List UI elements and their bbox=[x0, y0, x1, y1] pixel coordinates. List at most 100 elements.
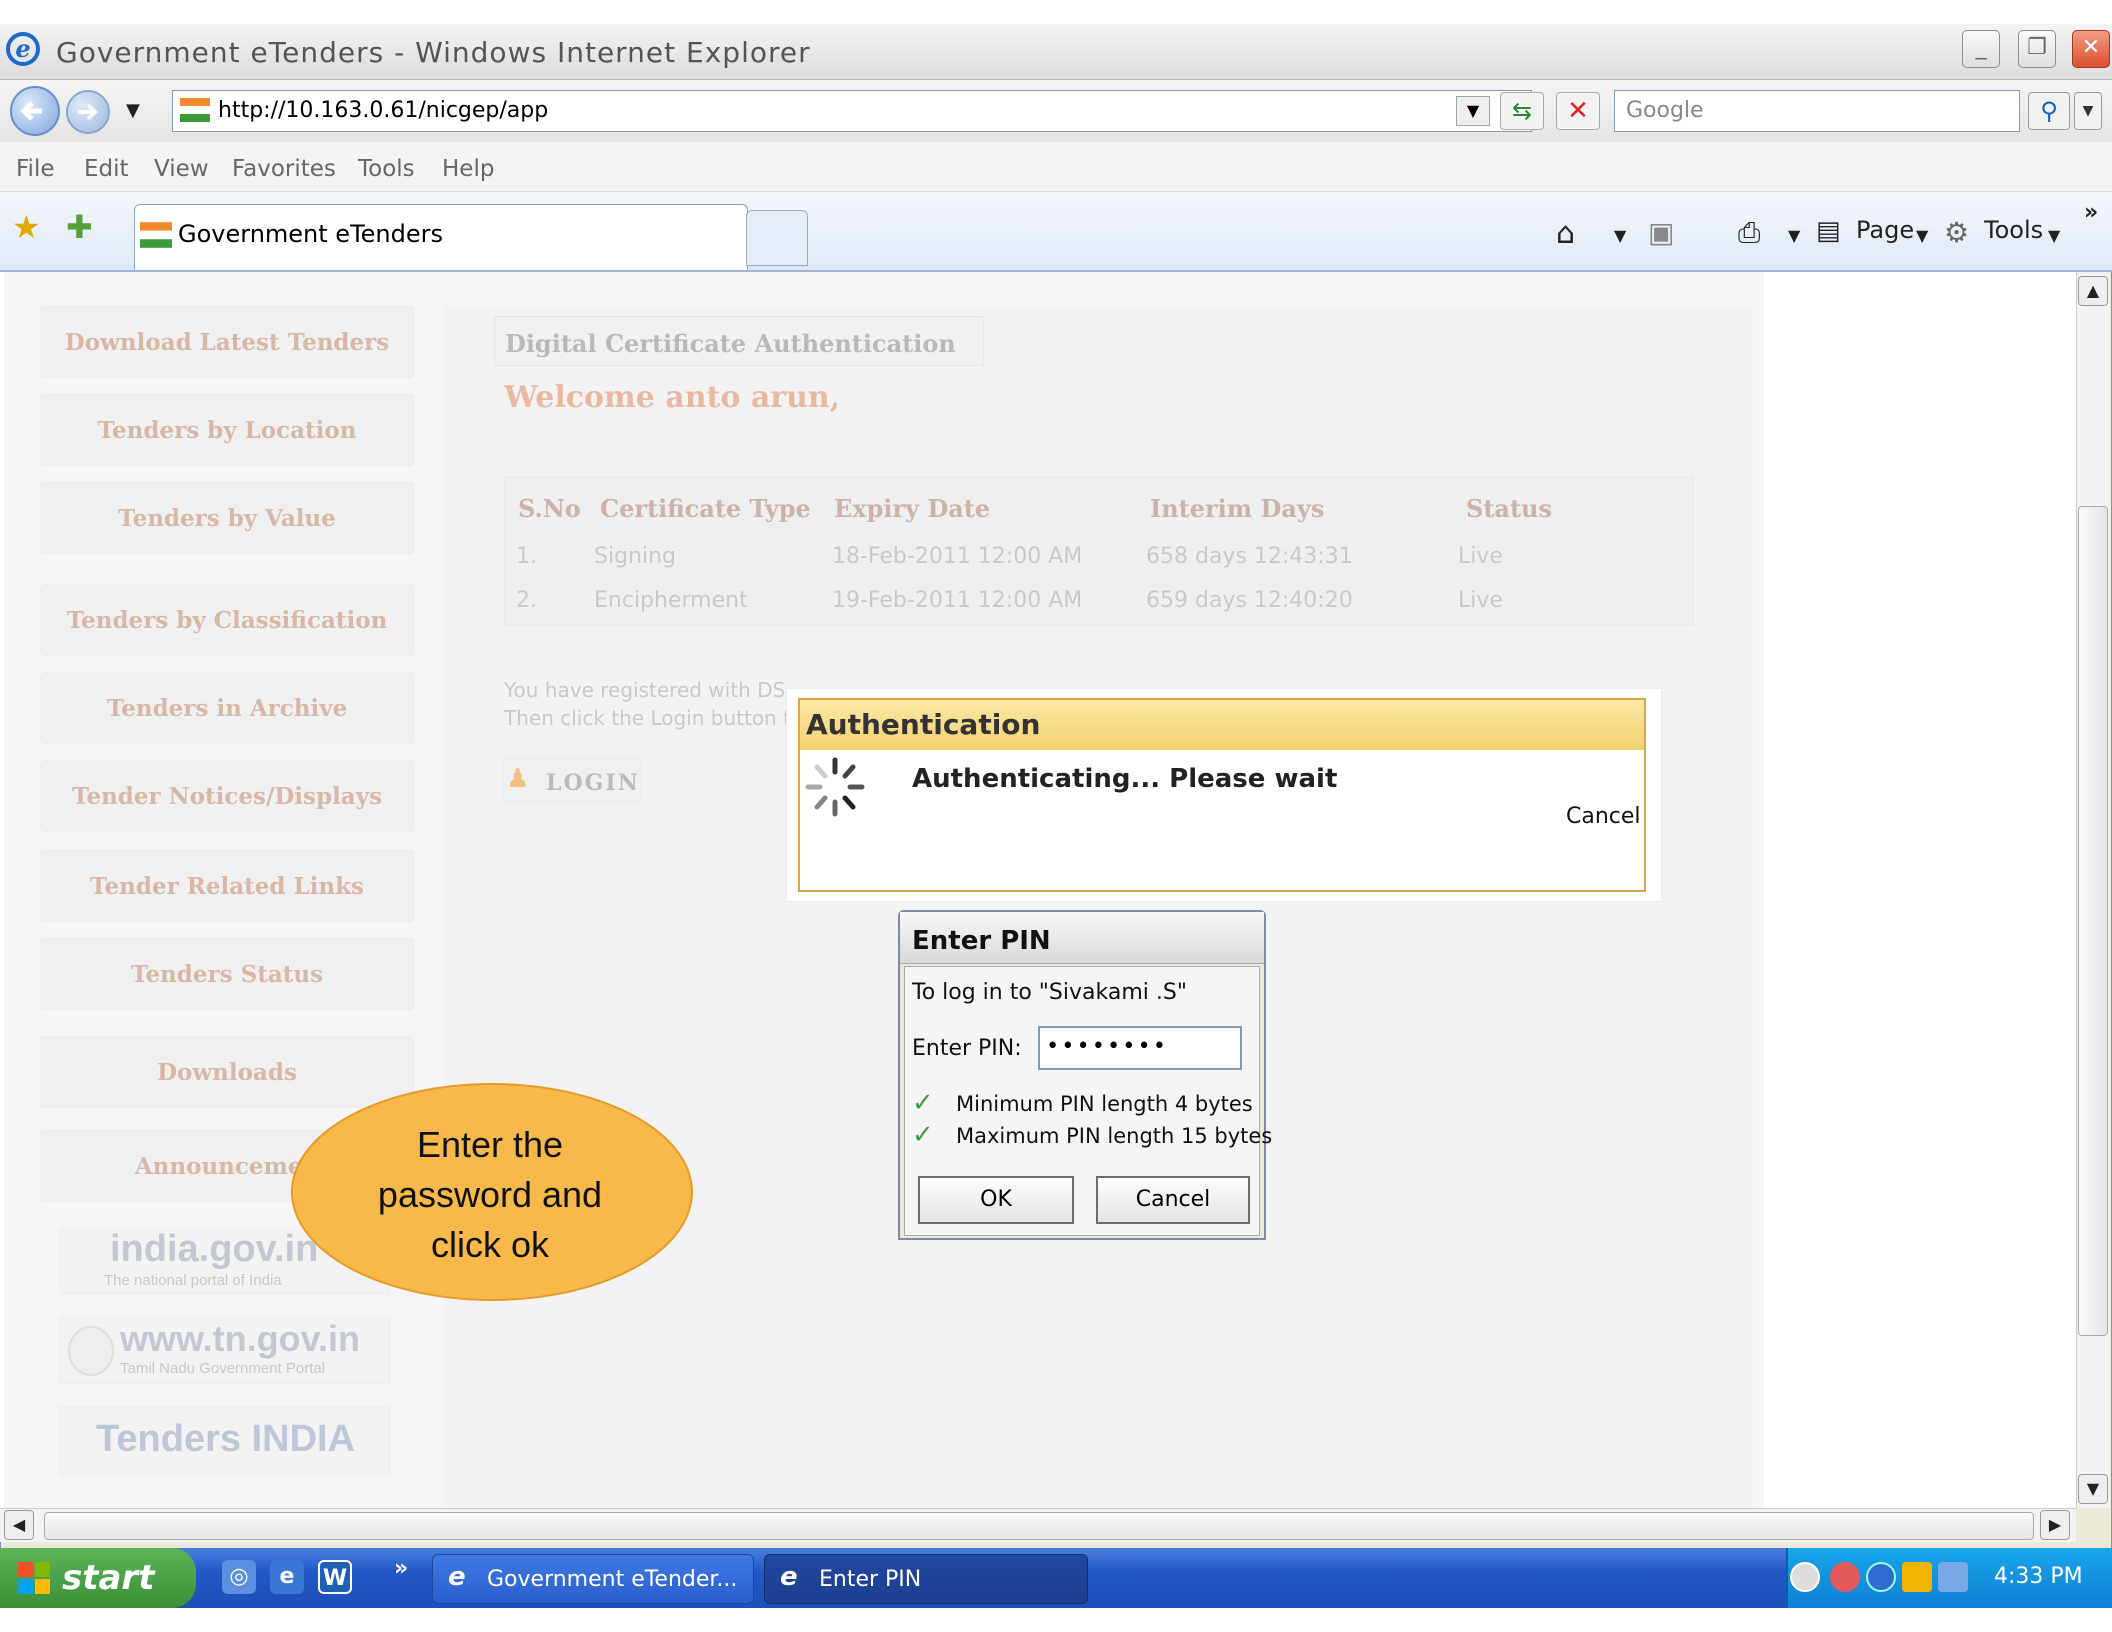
table-header: Status bbox=[1466, 494, 1553, 523]
table-header: Certificate Type bbox=[600, 494, 811, 523]
sidebar-item-tenders-by-value[interactable]: Tenders by Value bbox=[40, 482, 414, 554]
table-cell: Signing bbox=[594, 544, 677, 569]
user-icon: ♟ bbox=[506, 764, 530, 794]
india-flag-icon bbox=[180, 98, 210, 122]
pin-input[interactable]: •••••••• bbox=[1038, 1026, 1242, 1070]
close-button[interactable]: ✕ bbox=[2072, 30, 2110, 68]
table-cell: Encipherment bbox=[594, 588, 748, 613]
back-arrow-icon bbox=[20, 101, 42, 121]
tab-label: Government eTenders bbox=[178, 220, 443, 248]
home-icon[interactable]: ⌂ bbox=[1556, 216, 1575, 251]
restore-button[interactable]: ❐ bbox=[2018, 30, 2056, 68]
print-dropdown-icon[interactable]: ▼ bbox=[1788, 226, 1800, 245]
pin-field-label: Enter PIN: bbox=[912, 1036, 1022, 1061]
menu-file[interactable]: File bbox=[16, 156, 55, 182]
page-icon[interactable]: ▤ bbox=[1816, 216, 1841, 246]
india-flag-tab-icon bbox=[140, 222, 172, 248]
scroll-right-icon[interactable]: ▶ bbox=[2040, 1510, 2070, 1540]
pin-rule-max: Maximum PIN length 15 bytes bbox=[956, 1124, 1273, 1148]
tn-seal-icon bbox=[68, 1326, 114, 1376]
horizontal-scroll-thumb[interactable] bbox=[44, 1512, 2034, 1540]
minimize-button[interactable]: _ bbox=[1962, 30, 2000, 68]
forward-button[interactable] bbox=[66, 90, 110, 134]
checkmark-icon: ✓ bbox=[912, 1120, 934, 1150]
table-cell: Live bbox=[1458, 588, 1503, 613]
taskbar-item-government-etenders[interactable]: Government eTender... bbox=[432, 1554, 754, 1604]
sidebar-item-tenders-in-archive[interactable]: Tenders in Archive bbox=[40, 672, 414, 744]
table-cell: 2. bbox=[516, 588, 537, 613]
quick-launch-browser-icon[interactable]: ◎ bbox=[222, 1560, 256, 1594]
print-icon[interactable]: ⎙ bbox=[1738, 216, 1760, 250]
tn-gov-logo-text: www.tn.gov.in bbox=[120, 1318, 360, 1359]
registration-instruction: You have registered with DS bbox=[504, 678, 786, 702]
table-cell: 19-Feb-2011 12:00 AM bbox=[832, 588, 1083, 613]
sidebar-item-tenders-status[interactable]: Tenders Status bbox=[40, 938, 414, 1010]
scroll-up-icon[interactable]: ▲ bbox=[2078, 276, 2108, 306]
address-dropdown-icon[interactable]: ▼ bbox=[1456, 96, 1490, 126]
sidebar-item-tenders-by-classification[interactable]: Tenders by Classification bbox=[40, 584, 414, 656]
search-options-dropdown-icon[interactable]: ▼ bbox=[2074, 92, 2102, 130]
tools-dropdown-icon[interactable]: ▼ bbox=[2048, 226, 2060, 245]
taskbar-clock: 4:33 PM bbox=[1994, 1564, 2083, 1589]
menu-tools[interactable]: Tools bbox=[358, 156, 415, 182]
search-icon[interactable]: ⚲ bbox=[2028, 92, 2070, 130]
table-header: Expiry Date bbox=[834, 494, 991, 523]
add-favorites-icon[interactable]: ✚ bbox=[66, 208, 93, 246]
authentication-title: Authentication bbox=[806, 708, 1041, 741]
more-commands-icon[interactable]: » bbox=[2084, 200, 2098, 225]
login-label: LOGIN bbox=[546, 770, 640, 796]
scroll-down-icon[interactable]: ▼ bbox=[2078, 1474, 2108, 1504]
vertical-scroll-thumb[interactable] bbox=[2078, 506, 2108, 1336]
ok-button[interactable]: OK bbox=[918, 1176, 1074, 1224]
callout-line: click ok bbox=[430, 1224, 550, 1265]
stop-button[interactable]: ✕ bbox=[1556, 92, 1600, 130]
cancel-button[interactable]: Cancel bbox=[1096, 1176, 1250, 1224]
callout-line: password and bbox=[377, 1174, 603, 1215]
sidebar-item-tender-related-links[interactable]: Tender Related Links bbox=[40, 850, 414, 922]
ie-logo-icon: e bbox=[6, 32, 40, 66]
scroll-left-icon[interactable]: ◀ bbox=[4, 1510, 34, 1540]
page-dropdown-icon[interactable]: ▼ bbox=[1916, 226, 1928, 245]
tenders-india-logo-text: Tenders INDIA bbox=[96, 1418, 356, 1460]
loading-spinner-icon bbox=[805, 757, 865, 817]
table-cell: 659 days 12:40:20 bbox=[1146, 588, 1353, 613]
back-button[interactable] bbox=[10, 86, 60, 136]
tray-app-icon[interactable] bbox=[1902, 1562, 1932, 1592]
tools-gear-icon[interactable]: ⚙ bbox=[1944, 216, 1969, 249]
page-menu[interactable]: Page bbox=[1856, 216, 1914, 244]
menu-help[interactable]: Help bbox=[442, 156, 494, 182]
search-input[interactable]: Google bbox=[1626, 98, 1704, 123]
quick-launch-ie-icon[interactable]: e bbox=[270, 1560, 304, 1594]
tray-messenger-icon[interactable] bbox=[1830, 1562, 1860, 1592]
home-dropdown-icon[interactable]: ▼ bbox=[1614, 226, 1626, 245]
new-tab-button[interactable] bbox=[746, 210, 808, 266]
recent-pages-dropdown-icon[interactable]: ▼ bbox=[126, 100, 140, 121]
refresh-button[interactable]: ⇆ bbox=[1500, 92, 1544, 130]
taskbar-item-enter-pin[interactable]: Enter PIN bbox=[764, 1554, 1088, 1604]
section-title: Digital Certificate Authentication bbox=[494, 316, 984, 366]
tn-gov-logo-subtext: Tamil Nadu Government Portal bbox=[120, 1360, 326, 1377]
menu-favorites[interactable]: Favorites bbox=[232, 156, 336, 182]
quick-launch-word-icon[interactable]: W bbox=[318, 1560, 352, 1594]
sidebar-item-tenders-by-location[interactable]: Tenders by Location bbox=[40, 394, 414, 466]
tray-display-icon[interactable] bbox=[1938, 1562, 1968, 1592]
quick-launch-more-icon[interactable]: » bbox=[394, 1556, 408, 1581]
sidebar-item-tender-notices[interactable]: Tender Notices/Displays bbox=[40, 760, 414, 832]
favorites-star-icon[interactable]: ★ bbox=[12, 208, 41, 246]
enter-pin-title: Enter PIN bbox=[912, 926, 1051, 956]
pin-rule-min: Minimum PIN length 4 bytes bbox=[956, 1092, 1253, 1116]
welcome-message: Welcome anto arun, bbox=[504, 380, 841, 415]
table-cell: Live bbox=[1458, 544, 1503, 569]
tools-menu[interactable]: Tools bbox=[1984, 216, 2043, 244]
registration-instruction: Then click the Login button t bbox=[504, 706, 791, 730]
forward-arrow-icon bbox=[78, 103, 98, 121]
windows-logo-icon bbox=[18, 1562, 50, 1594]
tray-expand-icon[interactable] bbox=[1790, 1562, 1820, 1592]
menu-view[interactable]: View bbox=[154, 156, 209, 182]
menu-edit[interactable]: Edit bbox=[84, 156, 129, 182]
authentication-cancel-link[interactable]: Cancel bbox=[1566, 804, 1641, 829]
tray-network-icon[interactable] bbox=[1866, 1562, 1896, 1592]
sidebar-item-download-latest-tenders[interactable]: Download Latest Tenders bbox=[40, 306, 414, 378]
feeds-icon[interactable]: ▣ bbox=[1648, 216, 1674, 249]
address-url[interactable]: http://10.163.0.61/nicgep/app bbox=[218, 98, 548, 123]
